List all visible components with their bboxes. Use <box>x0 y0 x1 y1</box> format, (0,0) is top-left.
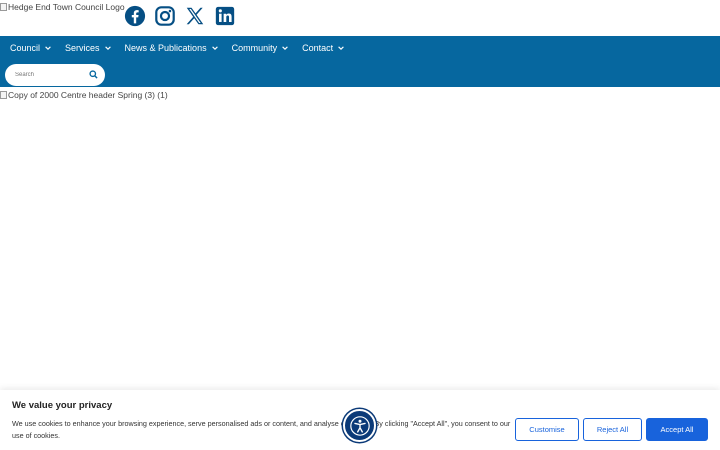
customise-button[interactable]: Customise <box>515 418 579 441</box>
site-logo[interactable]: Hedge End Town Council Logo <box>0 2 125 12</box>
linkedin-icon[interactable] <box>214 5 236 27</box>
nav-item-news-publications[interactable]: News & Publications <box>125 42 219 54</box>
search-input[interactable] <box>15 69 85 81</box>
x-twitter-icon[interactable] <box>184 5 206 27</box>
logo-alt-text: Hedge End Town Council Logo <box>8 2 125 12</box>
nav-item-label: Community <box>231 43 278 53</box>
nav-item-contact[interactable]: Contact <box>302 42 345 54</box>
hero-image-alt-text: Copy of 2000 Centre header Spring (3) (1… <box>8 90 168 100</box>
search-icon[interactable] <box>89 70 98 79</box>
accessibility-button[interactable] <box>343 409 376 442</box>
chevron-down-icon <box>211 46 218 50</box>
cookie-banner-title: We value your privacy <box>12 400 113 411</box>
broken-image-icon <box>0 91 7 99</box>
instagram-icon[interactable] <box>154 5 176 27</box>
chevron-down-icon <box>104 46 111 50</box>
main-navigation: Council Services News & Publications Com… <box>0 36 720 87</box>
chevron-down-icon <box>338 46 344 50</box>
hero-image: Copy of 2000 Centre header Spring (3) (1… <box>0 90 168 100</box>
search-box <box>5 64 105 86</box>
facebook-icon[interactable] <box>124 5 146 27</box>
nav-item-council[interactable]: Council <box>10 42 52 54</box>
nav-menu: Council Services News & Publications Com… <box>10 42 358 54</box>
broken-image-icon <box>0 3 7 11</box>
nav-item-label: News & Publications <box>124 43 207 53</box>
chevron-down-icon <box>282 46 288 50</box>
nav-item-services[interactable]: Services <box>65 42 112 54</box>
site-header: Hedge End Town Council Logo <box>0 0 720 36</box>
nav-item-label: Contact <box>302 43 334 53</box>
cookie-banner-text: We use cookies to enhance your browsing … <box>12 419 511 440</box>
reject-all-button[interactable]: Reject All <box>583 418 642 441</box>
nav-item-label: Council <box>10 43 41 53</box>
nav-item-community[interactable]: Community <box>232 42 290 54</box>
accessibility-icon <box>349 415 370 436</box>
accept-all-button[interactable]: Accept All <box>646 418 708 441</box>
nav-item-label: Services <box>65 43 100 53</box>
chevron-down-icon <box>45 46 51 50</box>
